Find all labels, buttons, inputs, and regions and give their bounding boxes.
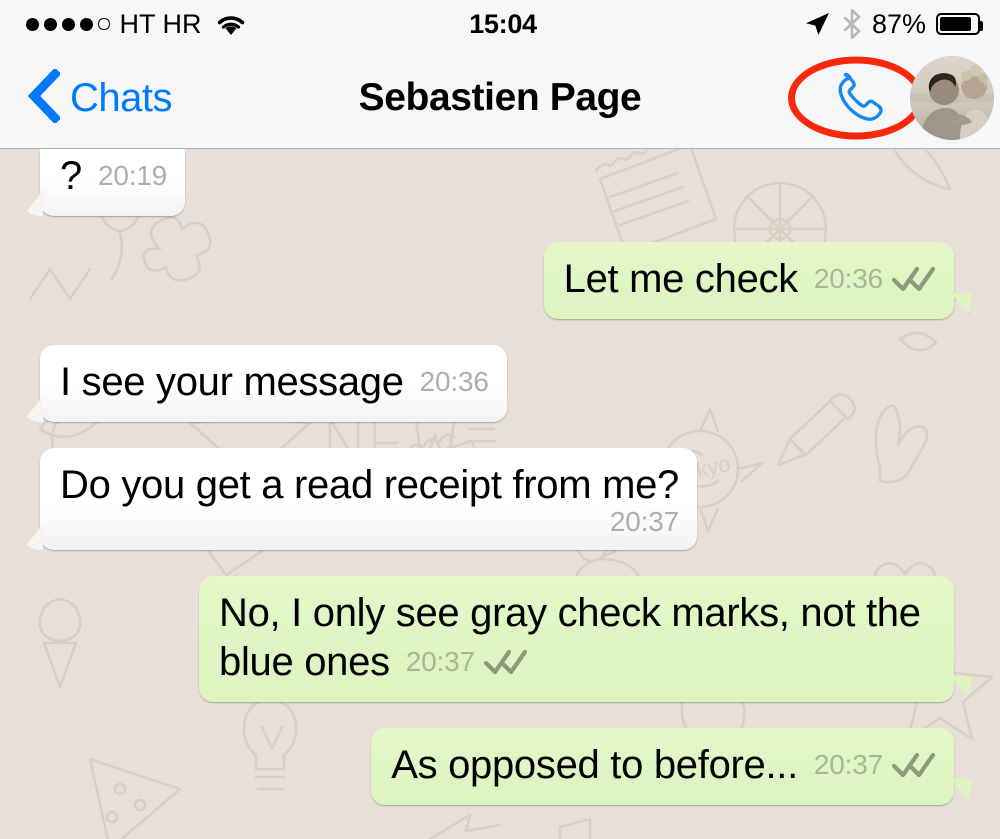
read-receipt-ticks bbox=[483, 648, 528, 676]
whatsapp-chat-screen: HT HR 15:04 87% Chats Sebastien Page tok… bbox=[0, 0, 1000, 839]
read-receipt-ticks bbox=[892, 265, 936, 293]
message-meta: 20:19 bbox=[98, 151, 167, 200]
message-timestamp: 20:36 bbox=[419, 366, 489, 397]
message-meta: 20:36 bbox=[420, 357, 489, 406]
chat-message-area[interactable]: tokyo ? 20:19 Let me check 20:36 I see y… bbox=[0, 149, 1000, 839]
back-button-label: Chats bbox=[70, 75, 173, 120]
bluetooth-icon bbox=[843, 9, 861, 39]
signal-strength-dots bbox=[26, 17, 110, 31]
double-check-icon bbox=[892, 266, 936, 291]
status-bar-center: 15:04 bbox=[469, 9, 537, 40]
message-row: As opposed to before... 20:37 bbox=[22, 728, 972, 805]
signal-dot bbox=[62, 17, 75, 31]
incoming-message-bubble[interactable]: ? 20:19 bbox=[22, 149, 186, 216]
message-text: I see your message 20:36 bbox=[60, 358, 489, 410]
signal-dot-empty bbox=[98, 18, 110, 30]
message-timestamp: 20:36 bbox=[813, 263, 883, 294]
battery-icon bbox=[936, 13, 983, 35]
outgoing-message-bubble[interactable]: No, I only see gray check marks, not the… bbox=[199, 576, 971, 702]
message-meta: 20:37 bbox=[814, 740, 936, 789]
chevron-left-icon bbox=[26, 67, 62, 128]
message-text: As opposed to before... 20:37 bbox=[391, 741, 936, 793]
message-text: Do you get a read receipt from me? bbox=[60, 463, 679, 507]
status-bar-clock: 15:04 bbox=[469, 8, 537, 39]
double-check-icon bbox=[483, 649, 527, 674]
battery-percent-label: 87% bbox=[871, 8, 926, 39]
message-timestamp: 20:19 bbox=[97, 160, 168, 191]
battery-fill bbox=[940, 17, 971, 31]
signal-dot bbox=[44, 17, 57, 31]
location-arrow-icon bbox=[803, 10, 831, 38]
navigation-bar: Chats Sebastien Page bbox=[0, 48, 1000, 149]
message-row: Do you get a read receipt from me? 20:37 bbox=[22, 448, 972, 550]
status-bar-left: HT HR bbox=[0, 9, 469, 40]
battery-nub bbox=[979, 21, 983, 31]
back-to-chats-button[interactable]: Chats bbox=[26, 48, 173, 148]
incoming-message-bubble[interactable]: I see your message 20:36 bbox=[23, 345, 507, 422]
call-button[interactable] bbox=[826, 65, 892, 131]
message-text: ? 20:19 bbox=[60, 152, 167, 204]
outgoing-message-bubble[interactable]: As opposed to before... 20:37 bbox=[371, 728, 971, 805]
outgoing-message-bubble[interactable]: Let me check 20:36 bbox=[543, 242, 972, 319]
message-row: No, I only see gray check marks, not the… bbox=[22, 576, 972, 702]
signal-dot bbox=[26, 17, 39, 31]
message-row: ? 20:19 bbox=[22, 149, 972, 216]
message-meta: 20:37 bbox=[406, 637, 528, 686]
message-timestamp: 20:37 bbox=[609, 506, 679, 537]
message-timestamp: 20:37 bbox=[405, 646, 475, 677]
incoming-message-bubble[interactable]: Do you get a read receipt from me? 20:37 bbox=[23, 448, 697, 550]
status-bar-right: 87% bbox=[537, 9, 1000, 40]
avatar[interactable] bbox=[910, 56, 994, 140]
message-row: Let me check 20:36 bbox=[22, 242, 972, 319]
ios-status-bar: HT HR 15:04 87% bbox=[0, 0, 1000, 48]
carrier-label: HT HR bbox=[119, 8, 202, 39]
message-list: You shouldn't see read receipts any more… bbox=[0, 149, 1000, 839]
phone-handset-icon bbox=[828, 65, 890, 132]
read-receipt-ticks bbox=[892, 751, 936, 779]
message-text: No, I only see gray check marks, not the… bbox=[219, 591, 921, 686]
signal-dot bbox=[80, 17, 93, 31]
message-meta: 20:37 bbox=[60, 506, 679, 538]
double-check-icon bbox=[892, 752, 936, 777]
wifi-icon bbox=[214, 11, 248, 37]
message-meta: 20:36 bbox=[814, 254, 936, 303]
message-text: Let me check 20:36 bbox=[564, 255, 936, 307]
message-row: I see your message 20:36 bbox=[22, 345, 972, 422]
message-timestamp: 20:37 bbox=[813, 749, 883, 780]
